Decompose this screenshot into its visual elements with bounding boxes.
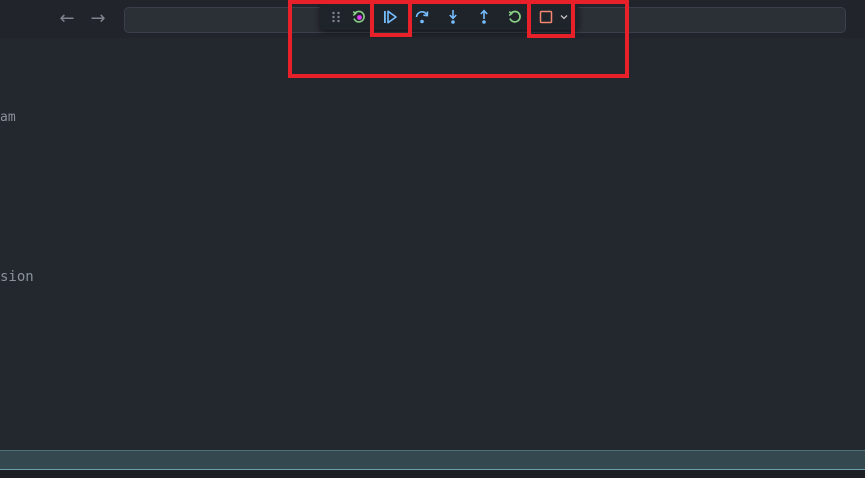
arrow-left-icon[interactable]: ← <box>57 9 77 29</box>
editor-text-line: sion <box>0 269 34 285</box>
arrow-right-icon[interactable]: → <box>88 9 108 29</box>
bottom-strip <box>0 470 865 478</box>
highlight-box-stop <box>527 0 575 38</box>
status-bar <box>0 450 865 470</box>
editor-text-line: am <box>0 110 16 125</box>
highlight-box-toolbar <box>288 0 629 78</box>
highlight-box-continue <box>370 0 412 37</box>
